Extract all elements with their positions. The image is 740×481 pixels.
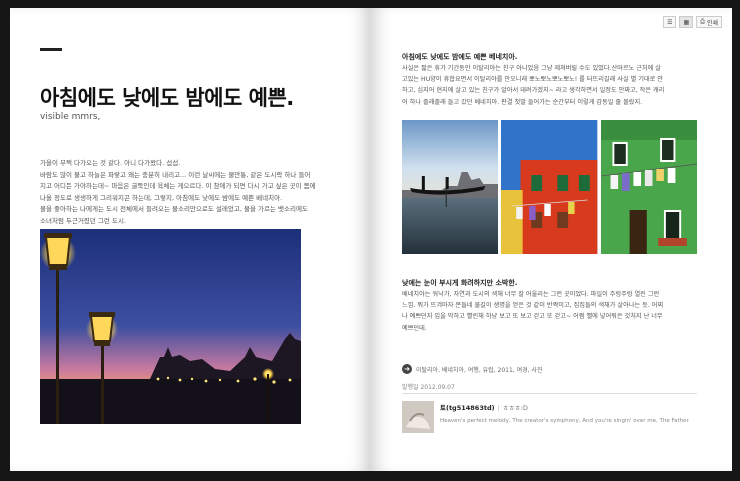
gondola-photo — [402, 120, 499, 254]
page-subtitle: visible mmrs, — [40, 112, 101, 122]
title-accent-bar — [40, 48, 62, 51]
intro-line: 바람도 많이 불고 하늘은 파랗고 왜는 충분히 내리고... 이런 날씨에는 … — [40, 170, 311, 179]
photo-strip — [402, 120, 697, 254]
section-title: 아침에도 낮에도 밤에도 예쁜 베네치아. — [402, 53, 518, 61]
print-button[interactable]: ⎙ 인쇄 — [696, 16, 722, 28]
tag-list: ➜ 이탈리아, 베네치아, 여행, 유럽, 2011, 여경, 사진 — [402, 364, 542, 374]
tag-arrow-icon: ➜ — [402, 364, 412, 374]
comment-mood: ㅎㅎㅎ:D — [502, 404, 528, 412]
body-line: 느낌. 뭐가 뜨겨마자 몬들네 물길이 생명을 얻은 것 같이 반짝이고, 집집… — [402, 302, 664, 310]
print-icon: ⎙ — [700, 18, 705, 25]
comment-item: 토(tg514863td) | ㅎㅎㅎ:D Heaven's perfect mel… — [402, 401, 697, 433]
comment-author[interactable]: 토(tg514863td) — [440, 404, 495, 412]
comment-text: Heaven's perfect melody, The creator's s… — [440, 418, 689, 424]
view-toolbar: ☰ ▦ ⎙ 인쇄 — [663, 16, 722, 28]
intro-text: 가을이 부쩍 다가오는 것 같다. 아니 다가왔다. 섭섭. 바람도 많이 불고… — [40, 158, 345, 227]
tags-text[interactable]: 이탈리아, 베네치아, 여행, 유럽, 2011, 여경, 사진 — [416, 365, 542, 374]
body-line: 예쁘던데. — [402, 324, 427, 332]
section-body: 베네치아는 워낙가, 자연과 도시의 색채 너무 잘 어울리는 그런 곳이었다.… — [402, 289, 697, 334]
avatar[interactable] — [402, 401, 434, 433]
separator: | — [497, 404, 500, 412]
venice-night-photo — [40, 229, 301, 424]
grid-icon: ▦ — [683, 18, 690, 26]
green-house-photo — [600, 120, 697, 254]
body-line: 어 하나 졸래졸래 들고 갔던 베네치아. 판결 첫발 들어가는 순간부터 이렇… — [402, 98, 643, 106]
page-title: 아침에도 낮에도 밤에도 예쁜. — [40, 86, 294, 110]
intro-line: 소녀처럼 두근거렸던 그런 도시. — [40, 216, 127, 225]
body-line: 베네치아는 워낙가, 자연과 도시의 색채 너무 잘 어울리는 그런 곳이었다.… — [402, 291, 660, 298]
intro-line: 가을이 부쩍 다가오는 것 같다. 아니 다가왔다. 섭섭. — [40, 159, 181, 167]
list-icon: ☰ — [667, 18, 673, 26]
list-view-button[interactable]: ☰ — [663, 16, 677, 28]
published-date: 발행일 2012.09.07 — [402, 384, 455, 391]
divider — [402, 393, 697, 394]
intro-line: 나올 정도로 생생하게 그리워지곤 하는데, 그렇지, 아침에도 낮에도 밤에도… — [40, 193, 283, 202]
right-page: ☰ ▦ ⎙ 인쇄 아침에도 낮에도 밤에도 예쁜 베네치아. 사실은 짧은 휴가… — [370, 8, 732, 471]
body-line: 사실은 짧은 휴가 기간동안 이탈리아는 친구 아니었음 그냥 제쳐버릴 수도 … — [402, 65, 661, 72]
red-house-photo — [501, 120, 598, 254]
body-line: 하고, 심지어 현지에 살고 있는 친구가 알아서 데려가겠지~ 라고 생각하면… — [402, 87, 665, 95]
section-title: 낮에는 눈이 부시게 화려하지만 소박한. — [402, 279, 518, 287]
body-line: 나 예쁘던지 입을 막하고 빨린채 하냥 보고 또 보고 걷고 또 걷고~ 어쩜… — [402, 313, 663, 321]
intro-line: 지고 어디든 가야하는데~ 마음은 굴뚝인데 육체는 게으르다. 이 참에가 되… — [40, 182, 316, 190]
comment-header: 토(tg514863td) | ㅎㅎㅎ:D — [440, 402, 689, 412]
book-view-button[interactable]: ▦ — [679, 16, 694, 28]
reader-frame: 아침에도 낮에도 밤에도 예쁜. visible mmrs, 가을이 부쩍 다가… — [0, 0, 740, 481]
section-body: 사실은 짧은 휴가 기간동안 이탈리아는 친구 아니었음 그냥 제쳐버릴 수도 … — [402, 63, 697, 108]
body-line: 고있는 HU양이 휴합요면서 이탈리아를 안오니래 뽀노뽀노뽀노뽀노! 를 터뜨… — [402, 76, 663, 84]
left-page: 아침에도 낮에도 밤에도 예쁜. visible mmrs, 가을이 부쩍 다가… — [10, 8, 370, 471]
intro-line: 물을 좋아하는 나에게는 도시 전체에서 들려오는 물소리만으로도 설레었고, … — [40, 205, 308, 213]
comment-content: 토(tg514863td) | ㅎㅎㅎ:D Heaven's perfect mel… — [440, 401, 689, 433]
print-label: 인쇄 — [706, 19, 718, 27]
